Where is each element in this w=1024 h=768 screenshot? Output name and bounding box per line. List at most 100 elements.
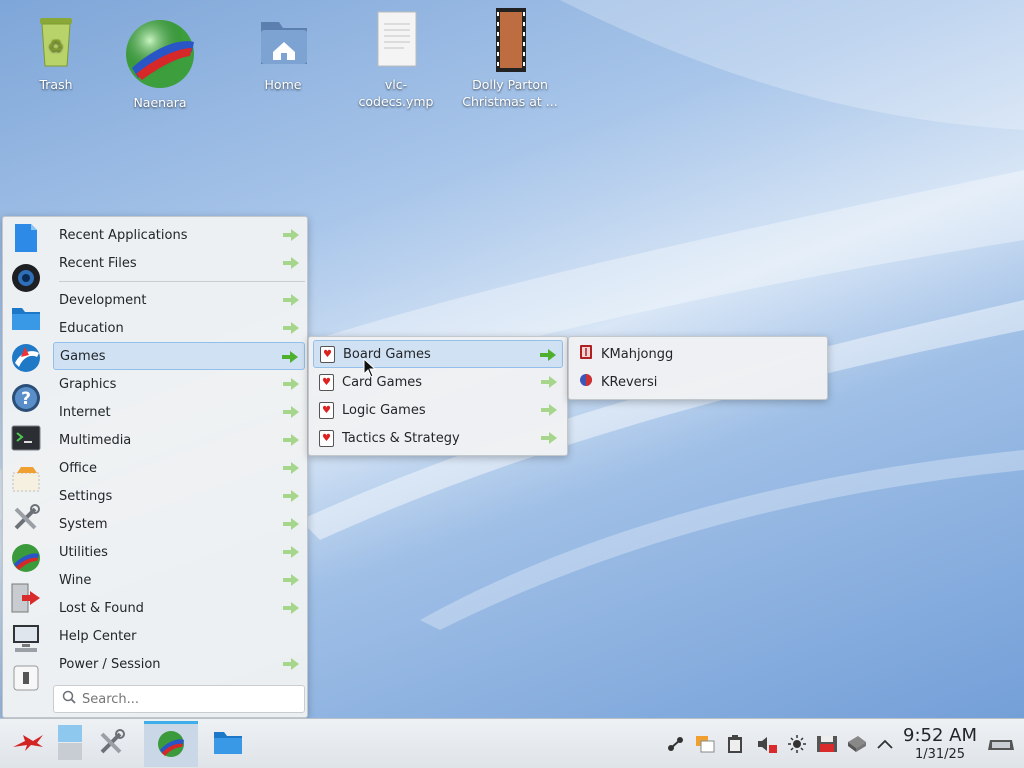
favorite-folder[interactable] (9, 303, 43, 337)
browser-icon (11, 343, 41, 377)
tray-clipboard-icon[interactable] (724, 733, 746, 755)
computer-icon (11, 623, 41, 657)
trash-icon: ♻ (24, 8, 88, 72)
submenu-arrow-icon (283, 602, 299, 614)
taskbar-file-manager[interactable] (208, 725, 248, 763)
application-launcher-button[interactable] (8, 725, 48, 763)
menu-item-label: Games (60, 348, 106, 364)
tray-volume-muted-icon[interactable] (756, 733, 778, 755)
menu-item-label: Development (59, 292, 147, 308)
launcher-search[interactable] (53, 685, 305, 713)
menu-item-graphics[interactable]: Graphics (53, 370, 305, 398)
taskbar-system-settings[interactable] (92, 725, 132, 763)
show-desktop-corner-icon[interactable] (986, 733, 1016, 755)
menu-item-label: System (59, 516, 108, 532)
menu-item-education[interactable]: Education (53, 314, 305, 342)
favorites-strip: ? (9, 223, 49, 703)
menu-item-label: Multimedia (59, 432, 132, 448)
menu-item-label: Wine (59, 572, 92, 588)
folder-icon (11, 305, 41, 335)
menu-item-utilities[interactable]: Utilities (53, 538, 305, 566)
desktop-icon-dolly-parton-video[interactable]: Dolly Parton Christmas at ... (460, 8, 560, 110)
desktop-icon-trash[interactable]: ♻ Trash (8, 8, 104, 93)
tray-brightness-icon[interactable] (786, 733, 808, 755)
menu-item-help-center[interactable]: Help Center (53, 622, 305, 650)
tray-network-icon[interactable] (846, 733, 868, 755)
search-input[interactable] (82, 691, 282, 707)
favorite-terminal[interactable] (9, 423, 43, 457)
submenu-arrow-icon (541, 404, 557, 416)
camera-icon (11, 263, 41, 297)
taskbar-browser-task[interactable] (144, 721, 198, 767)
submenu-arrow-icon (282, 351, 298, 363)
desktop-icon-label: Naenara (133, 95, 187, 110)
menu-item-wine[interactable]: Wine (53, 566, 305, 594)
digital-clock[interactable]: 9:52 AM 1/31/25 (900, 725, 980, 763)
svg-text:♻: ♻ (48, 36, 64, 57)
menu-item-recent-applications[interactable]: Recent Applications (53, 221, 305, 249)
menu-item-label: Graphics (59, 376, 117, 392)
cards-icon: ♥ (319, 401, 334, 419)
favorite-logout[interactable] (9, 583, 43, 617)
tray-notifications-icon[interactable] (694, 733, 716, 755)
clock-time: 9:52 AM (903, 725, 977, 746)
cards-icon: ♥ (319, 429, 334, 447)
menu-item-development[interactable]: Development (53, 286, 305, 314)
app-item-kreversi[interactable]: KReversi (573, 368, 823, 396)
favorite-tools[interactable] (9, 503, 43, 537)
favorite-camera[interactable] (9, 263, 43, 297)
folder-icon (213, 729, 243, 759)
menu-item-system[interactable]: System (53, 510, 305, 538)
package-icon (11, 463, 41, 497)
menu-item-label: Recent Files (59, 255, 137, 271)
favorite-lock[interactable] (9, 663, 43, 697)
menu-item-label: Settings (59, 488, 113, 504)
globe-browser-icon (157, 730, 185, 762)
submenu-arrow-icon (283, 490, 299, 502)
tools-icon (98, 728, 126, 760)
application-launcher-menu: ? Recent Applications Recent Files Devel… (2, 216, 308, 718)
submenu-item-logic-games[interactable]: ♥ Logic Games (313, 396, 563, 424)
submenu-item-label: Tactics & Strategy (342, 430, 460, 446)
tools-icon (11, 503, 41, 537)
help-icon: ? (11, 383, 41, 417)
submenu-arrow-icon (541, 432, 557, 444)
submenu-arrow-icon (283, 322, 299, 334)
favorite-help[interactable]: ? (9, 383, 43, 417)
desktop-icon-home[interactable]: Home (235, 8, 331, 93)
menu-item-label: Lost & Found (59, 600, 144, 616)
globe-icon (11, 543, 41, 577)
menu-item-games[interactable]: Games (53, 342, 305, 370)
menu-item-settings[interactable]: Settings (53, 482, 305, 510)
menu-item-recent-files[interactable]: Recent Files (53, 249, 305, 277)
board-games-submenu: KMahjongg KReversi (568, 336, 828, 400)
submenu-item-label: Board Games (343, 346, 431, 362)
tray-network-share-icon[interactable] (664, 733, 686, 755)
document-icon (364, 8, 428, 72)
menu-item-office[interactable]: Office (53, 454, 305, 482)
favorite-text-editor[interactable] (9, 223, 43, 257)
show-desktop-button[interactable] (50, 725, 90, 763)
desktop-icon-naenara[interactable]: Naenara (112, 18, 208, 111)
tray-device-notifier-icon[interactable] (816, 733, 838, 755)
tray-expand-chevron-up-icon[interactable] (874, 733, 896, 755)
app-item-kmahjongg[interactable]: KMahjongg (573, 340, 823, 368)
menu-item-multimedia[interactable]: Multimedia (53, 426, 305, 454)
cards-icon: ♥ (320, 345, 335, 363)
desktop-icon-vlc-codecs[interactable]: vlc-codecs.ymp (348, 8, 444, 110)
menu-item-internet[interactable]: Internet (53, 398, 305, 426)
menu-item-power-session[interactable]: Power / Session (53, 650, 305, 678)
desktop-icon-label: vlc-codecs.ymp (358, 77, 434, 109)
favorite-browser[interactable] (9, 343, 43, 377)
launcher-category-list: Recent Applications Recent Files Develop… (53, 221, 305, 678)
favorite-globe[interactable] (9, 543, 43, 577)
submenu-arrow-icon (283, 658, 299, 670)
favorite-computer[interactable] (9, 623, 43, 657)
favorite-package[interactable] (9, 463, 43, 497)
submenu-item-tactics-strategy[interactable]: ♥ Tactics & Strategy (313, 424, 563, 452)
menu-item-lost-found[interactable]: Lost & Found (53, 594, 305, 622)
submenu-item-card-games[interactable]: ♥ Card Games (313, 368, 563, 396)
submenu-item-label: Card Games (342, 374, 423, 390)
menu-item-label: Power / Session (59, 656, 161, 672)
submenu-item-board-games[interactable]: ♥ Board Games (313, 340, 563, 368)
